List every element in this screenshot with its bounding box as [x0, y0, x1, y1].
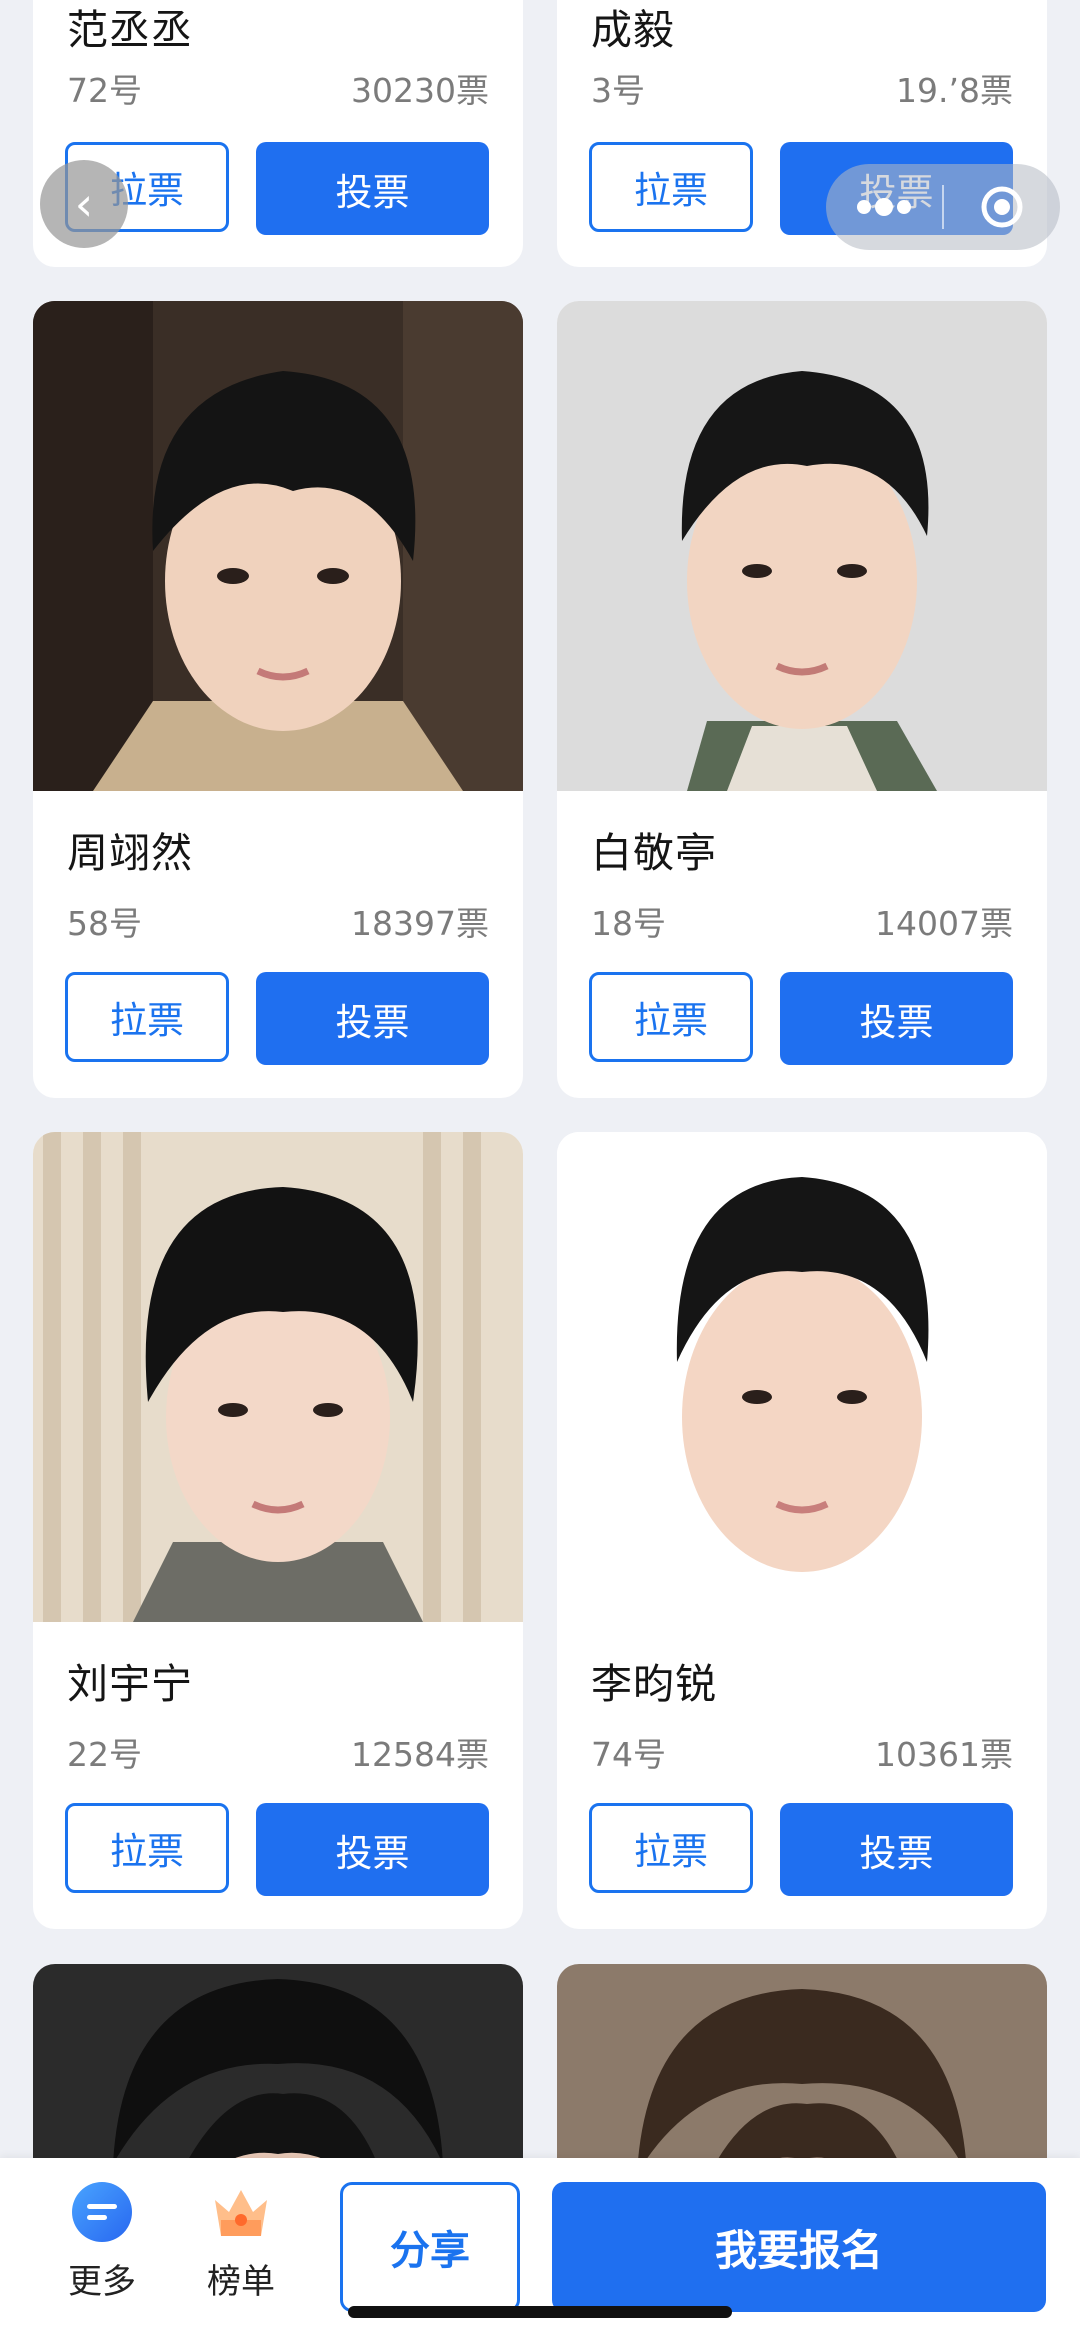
contestant-name: 白敬亭 [591, 829, 717, 877]
vote-count: 30230票 [351, 71, 489, 110]
contestant-card[interactable]: 刘宇宁 22号 12584票 拉票 投票 [33, 1132, 523, 1929]
more-button[interactable] [826, 197, 942, 217]
crown-icon [215, 2190, 267, 2236]
portrait-image [33, 1132, 523, 1622]
contestant-photo[interactable] [33, 301, 523, 791]
vote-button[interactable]: 投票 [780, 972, 1013, 1065]
canvass-button[interactable]: 拉票 [589, 972, 753, 1062]
target-icon [981, 186, 1023, 228]
home-indicator[interactable] [348, 2306, 732, 2318]
signup-button[interactable]: 我要报名 [552, 2182, 1046, 2312]
contestant-photo[interactable] [33, 1132, 523, 1622]
contestant-name: 周翊然 [67, 829, 193, 877]
contestant-number: 72号 [67, 71, 142, 110]
vote-count: 14007票 [875, 904, 1013, 943]
more-menu-icon [72, 2182, 132, 2242]
portrait-image [557, 301, 1047, 791]
chevron-left-icon: ‹ [74, 177, 94, 231]
canvass-button[interactable]: 拉票 [65, 1803, 229, 1893]
ranking-nav-item[interactable]: 榜单 [186, 2180, 296, 2310]
contestant-card[interactable]: 白敬亭 18号 14007票 拉票 投票 [557, 301, 1047, 1098]
ranking-label: 榜单 [207, 2262, 275, 2302]
mini-program-capsule [826, 164, 1060, 250]
vote-button[interactable]: 投票 [256, 142, 489, 235]
vote-count: 12584票 [351, 1735, 489, 1774]
contestant-number: 18号 [591, 904, 666, 943]
back-button[interactable]: ‹ [40, 160, 128, 248]
contestant-name: 成毅 [591, 6, 675, 54]
vote-count: 10361票 [875, 1735, 1013, 1774]
vote-button[interactable]: 投票 [256, 1803, 489, 1896]
vote-count: 18397票 [351, 904, 489, 943]
vote-button[interactable]: 投票 [256, 972, 489, 1065]
contestant-name: 刘宇宁 [67, 1660, 193, 1708]
voting-page: 范丞丞 72号 30230票 拉票 投票 成毅 3号 19.’8票 拉票 投票 [0, 0, 1080, 2342]
contestant-number: 58号 [67, 904, 142, 943]
contestant-number: 22号 [67, 1735, 142, 1774]
canvass-button[interactable]: 拉票 [589, 142, 753, 232]
contestant-photo[interactable] [557, 301, 1047, 791]
contestant-card[interactable]: 周翊然 58号 18397票 拉票 投票 [33, 301, 523, 1098]
canvass-button[interactable]: 拉票 [589, 1803, 753, 1893]
more-label: 更多 [68, 2262, 136, 2302]
portrait-image [557, 1132, 1047, 1622]
share-button[interactable]: 分享 [340, 2182, 520, 2312]
more-nav-item[interactable]: 更多 [47, 2180, 157, 2310]
canvass-button[interactable]: 拉票 [65, 972, 229, 1062]
contestant-name: 李昀锐 [591, 1660, 717, 1708]
vote-button[interactable]: 投票 [780, 1803, 1013, 1896]
vote-count: 19.’8票 [896, 71, 1013, 110]
contestant-name: 范丞丞 [67, 6, 193, 54]
contestant-photo[interactable] [557, 1132, 1047, 1622]
contestant-card[interactable]: 李昀锐 74号 10361票 拉票 投票 [557, 1132, 1047, 1929]
contestant-number: 74号 [591, 1735, 666, 1774]
portrait-image [33, 301, 523, 791]
close-button[interactable] [944, 184, 1060, 230]
contestant-number: 3号 [591, 71, 645, 110]
more-dots-icon [857, 198, 911, 216]
